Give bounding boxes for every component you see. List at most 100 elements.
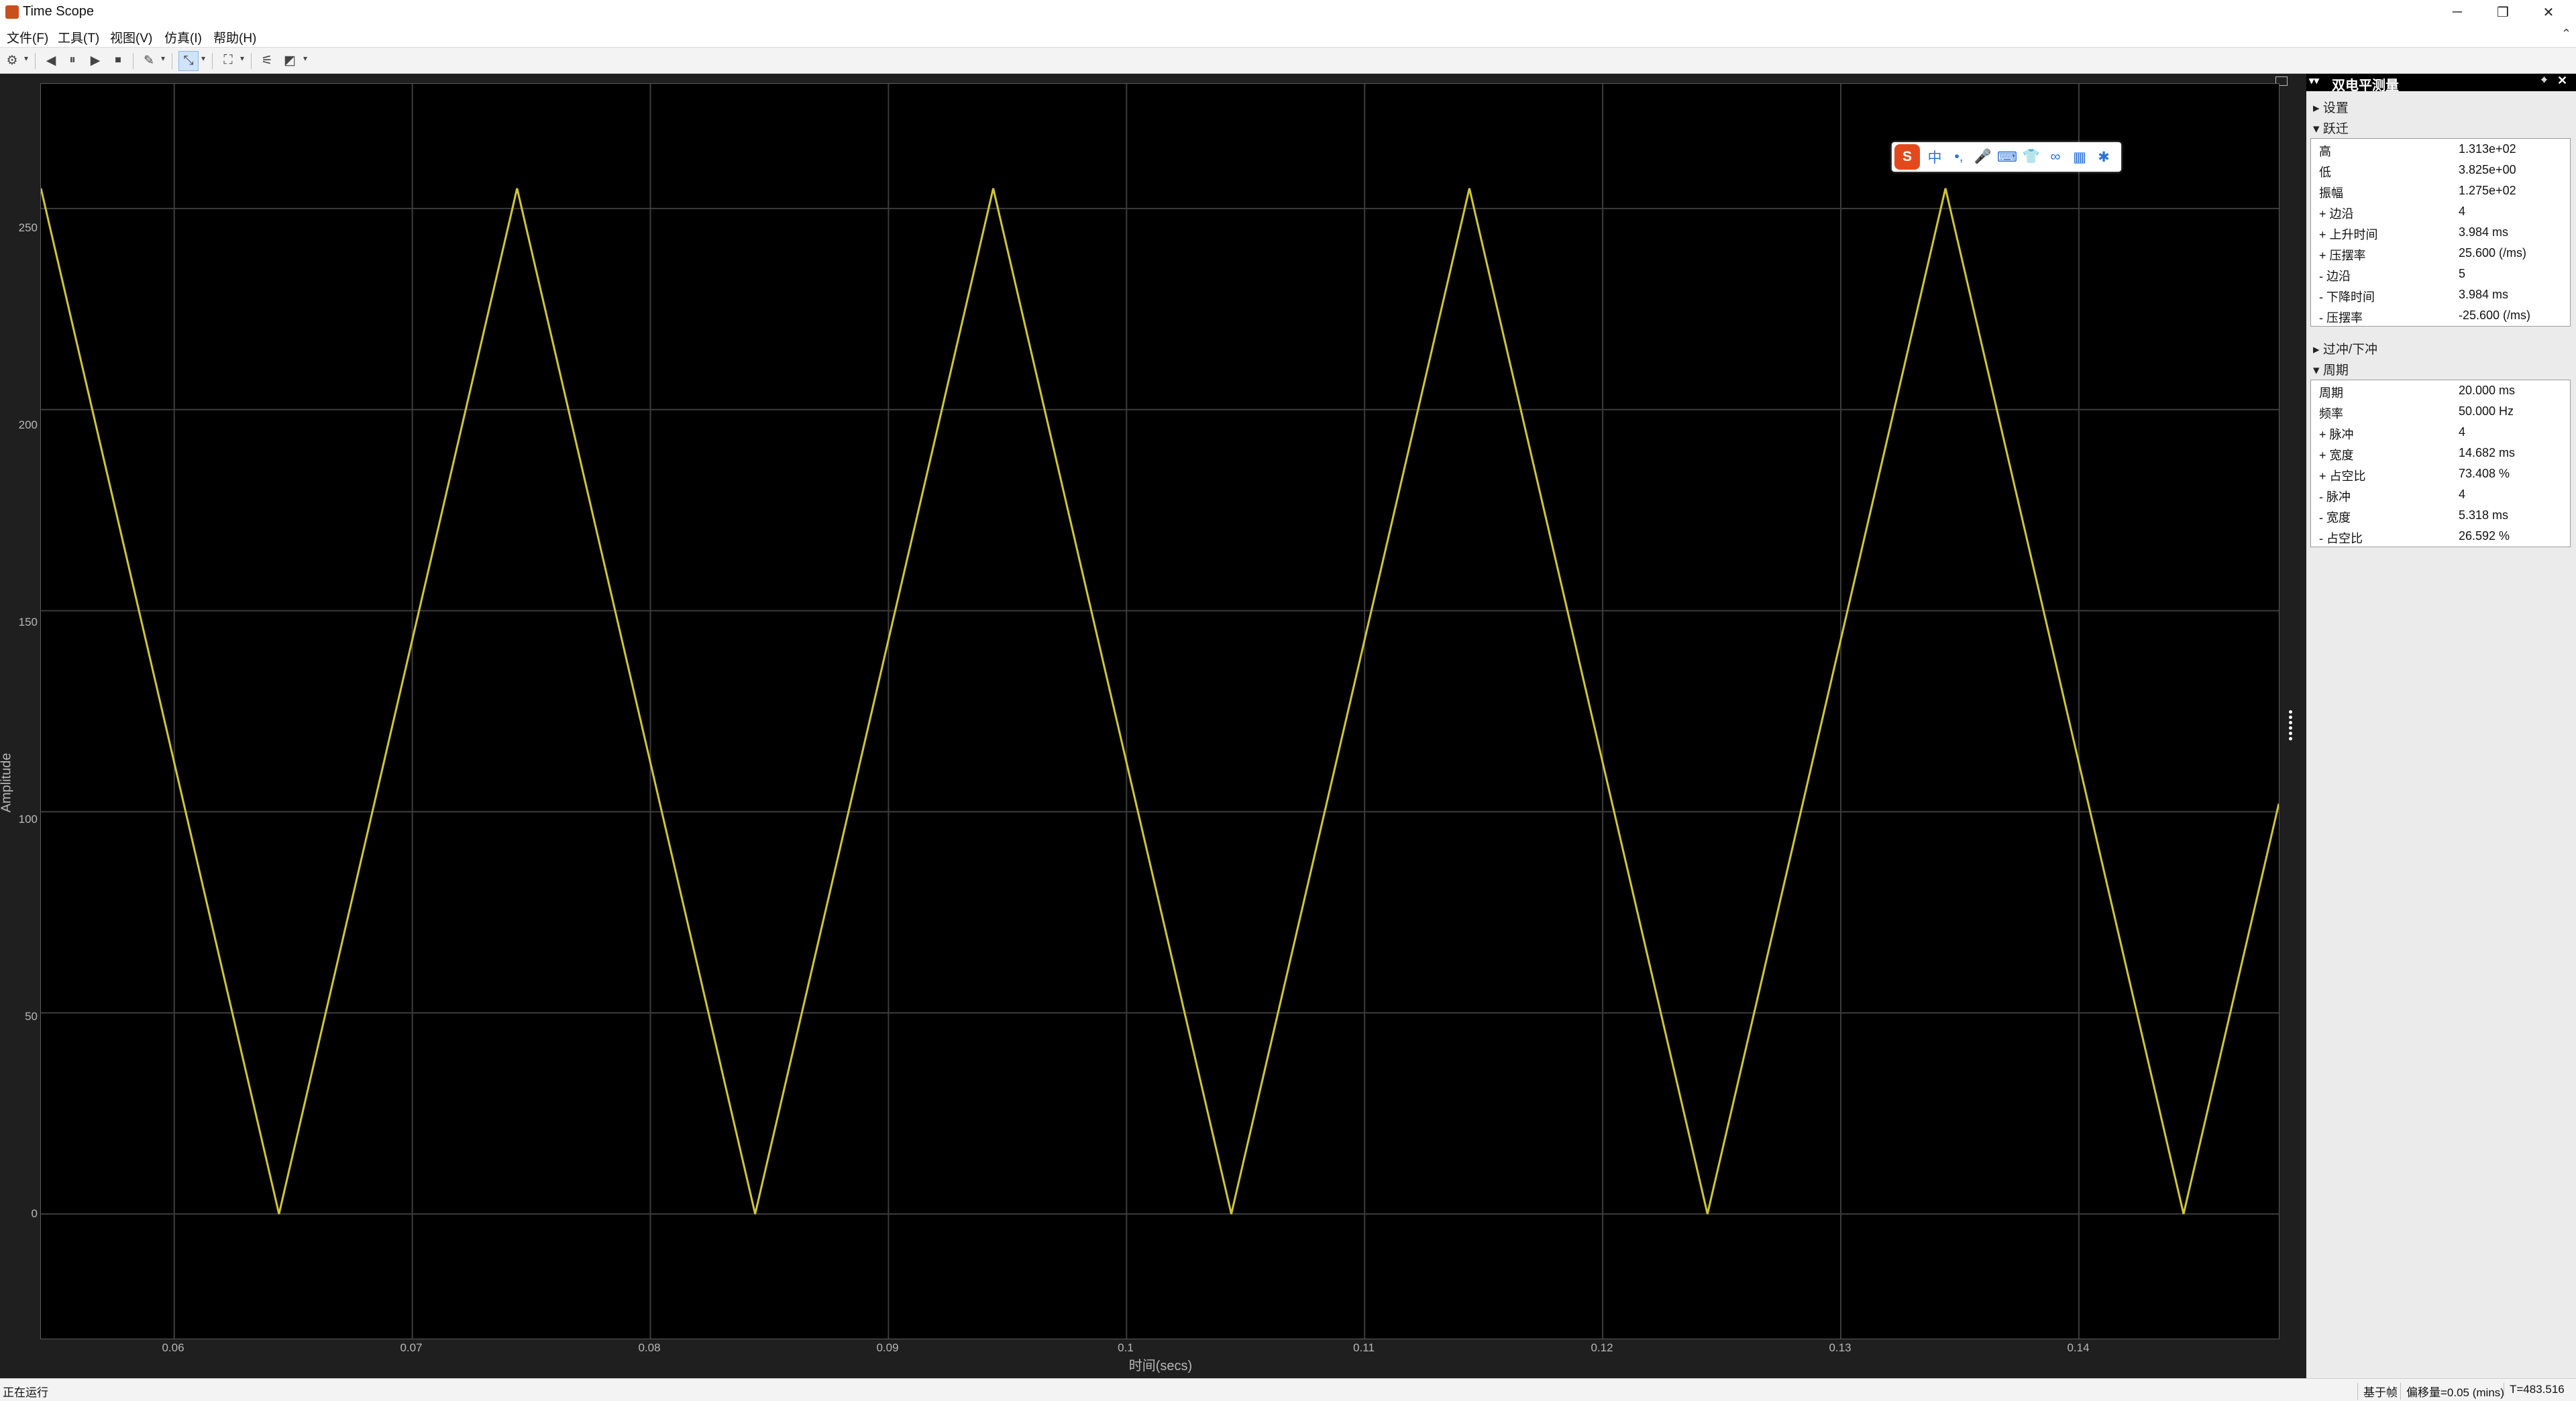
pause-icon[interactable]: ⏸ [63,51,82,70]
panel-menu-icon[interactable]: ▾▾ [2309,74,2319,87]
chevron-right-icon: ▸ [2313,101,2323,115]
measure-label: 高 [2319,145,2331,158]
triggers-icon[interactable]: ⚟ [258,51,276,70]
measure-label: + 边沿 [2319,207,2354,221]
toolbox-icon[interactable]: ∞ [2043,149,2068,165]
close-button[interactable]: ✕ [2526,0,2571,24]
measure-label: - 下降时间 [2319,290,2375,304]
measure-value: 4 [2459,205,2466,218]
status-mode: 基于帧 [2357,1383,2398,1400]
chevron-down-icon[interactable]: ▾ [303,54,307,63]
measure-label: - 宽度 [2319,511,2351,524]
measure-label: - 脉冲 [2319,490,2351,504]
measure-row: - 下降时间 3.984 ms [2311,284,2570,305]
section-overshoot[interactable]: ▸ 过冲/下冲 [2313,339,2377,357]
section-cycles[interactable]: ▾ 周期 [2313,360,2349,378]
ime-toolbar[interactable]: S 中 •, 🎤 ⌨ 👕 ∞ ▦ ✱ [1892,142,2121,172]
panel-close-icon[interactable]: ✕ [2557,74,2567,88]
ime-mode-toggle[interactable]: 中 [1923,147,1947,167]
measure-value: 1.313e+02 [2459,142,2516,156]
measure-row: - 占空比 26.592 % [2311,526,2570,547]
chevron-down-icon[interactable]: ▾ [240,54,244,63]
y-tick-label: 0 [31,1207,38,1220]
measure-label: - 边沿 [2319,270,2351,283]
ime-logo[interactable]: S [1894,144,1920,170]
measure-row: 振幅 1.275e+02 [2311,180,2570,201]
stop-icon[interactable]: ⏹ [109,51,127,70]
scale-axes-icon[interactable]: ⛶ [219,51,237,70]
plot-area[interactable] [40,83,2280,1339]
highlight-signal-icon[interactable]: ✎ [140,51,158,70]
measure-row: 高 1.313e+02 [2311,139,2570,160]
skin-icon[interactable]: 👕 [2019,149,2043,165]
section-overshoot-label: 过冲/下冲 [2322,343,2378,357]
menu-tools[interactable]: 工具(T) [58,28,99,46]
zoom-icon[interactable]: ⤡ [178,51,199,71]
toolbar: ⚙ ▾ ◀ ⏸ ▶ ⏹ ✎ ▾ ⤡ ▾ ⛶ ▾ ⚟ ◩ ▾ [0,48,2576,74]
status-time: T=483.516 [2504,1383,2565,1396]
x-tick-label: 0.06 [162,1341,184,1354]
measure-row: + 脉冲 4 [2311,422,2570,443]
measure-label: - 占空比 [2319,532,2363,545]
status-text: 正在运行 [3,1386,48,1399]
chevron-down-icon: ▾ [2313,122,2323,136]
x-tick-label: 0.1 [1118,1341,1134,1354]
measure-label: 低 [2319,166,2331,179]
section-transitions[interactable]: ▾ 跃迁 [2313,119,2349,137]
status-offset: 偏移量=0.05 (mins) [2400,1383,2504,1400]
apps-grid-icon[interactable]: ▦ [2068,149,2092,166]
y-tick-label: 250 [18,221,38,234]
keyboard-icon[interactable]: ⌨ [1995,149,2019,166]
toolbar-separator [212,53,213,69]
menu-simulation[interactable]: 仿真(I) [164,28,202,46]
window-title: Time Scope [23,4,94,19]
settings-icon[interactable]: ✱ [2092,149,2116,166]
punctuation-icon[interactable]: •, [1947,149,1971,165]
measure-value: 4 [2459,488,2466,501]
panel-splitter-handle[interactable] [2289,708,2294,748]
menu-pin-icon[interactable]: ⌃ [2561,27,2571,41]
chevron-down-icon: ▾ [2313,363,2323,378]
measurements-panel: ▾▾ 双电平测量 ⌖ ✕ ▸ 设置 ▾ 跃迁 高 1.313e+02 低 3.825… [2306,74,2576,1378]
measure-row: - 压摆率 -25.600 (/ms) [2311,305,2570,326]
measure-label: + 压摆率 [2319,249,2366,262]
menu-view[interactable]: 视图(V) [110,28,152,46]
settings-gear-icon[interactable]: ⚙ [3,51,21,70]
measure-row: - 边沿 5 [2311,264,2570,284]
menu-help[interactable]: 帮助(H) [213,28,256,46]
x-tick-label: 0.11 [1353,1341,1375,1354]
minimize-button[interactable]: ─ [2435,0,2479,24]
measure-value: 3.984 ms [2459,288,2509,301]
y-tick-label: 150 [18,616,38,628]
measure-label: + 宽度 [2319,449,2354,462]
measure-value: 5 [2459,267,2466,280]
matlab-icon [5,5,19,19]
chevron-down-icon[interactable]: ▾ [201,54,205,63]
chevron-down-icon[interactable]: ▾ [24,54,28,63]
restore-button[interactable]: ❐ [2481,0,2525,24]
measure-value: 4 [2459,425,2466,439]
section-settings-label: 设置 [2322,101,2349,115]
measure-value: 20.000 ms [2459,384,2516,397]
measure-row: + 占空比 73.408 % [2311,463,2570,484]
section-settings[interactable]: ▸ 设置 [2313,98,2349,116]
panel-header: ▾▾ 双电平测量 ⌖ ✕ [2306,74,2576,93]
panel-title: 双电平测量 [2332,78,2399,93]
step-back-icon[interactable]: ◀ [42,51,60,70]
microphone-icon[interactable]: 🎤 [1971,149,1995,165]
x-tick-label: 0.13 [1829,1341,1851,1354]
measure-value: 1.275e+02 [2459,184,2516,197]
chevron-down-icon[interactable]: ▾ [161,54,165,63]
step-forward-icon[interactable]: ▶ [86,51,105,70]
pin-icon[interactable]: ⌖ [2541,74,2547,87]
measurements-icon[interactable]: ◩ [280,51,299,70]
plot-canvas [40,84,2280,1339]
menu-file[interactable]: 文件(F) [7,28,48,46]
measure-value: 26.592 % [2459,529,2510,543]
measure-value: 3.984 ms [2459,225,2509,239]
x-tick-label: 0.14 [2067,1341,2090,1354]
measure-row: - 宽度 5.318 ms [2311,505,2570,526]
section-transitions-label: 跃迁 [2322,122,2349,136]
signal-trace [40,188,2280,1215]
y-axis-label: Amplitude [0,752,14,813]
